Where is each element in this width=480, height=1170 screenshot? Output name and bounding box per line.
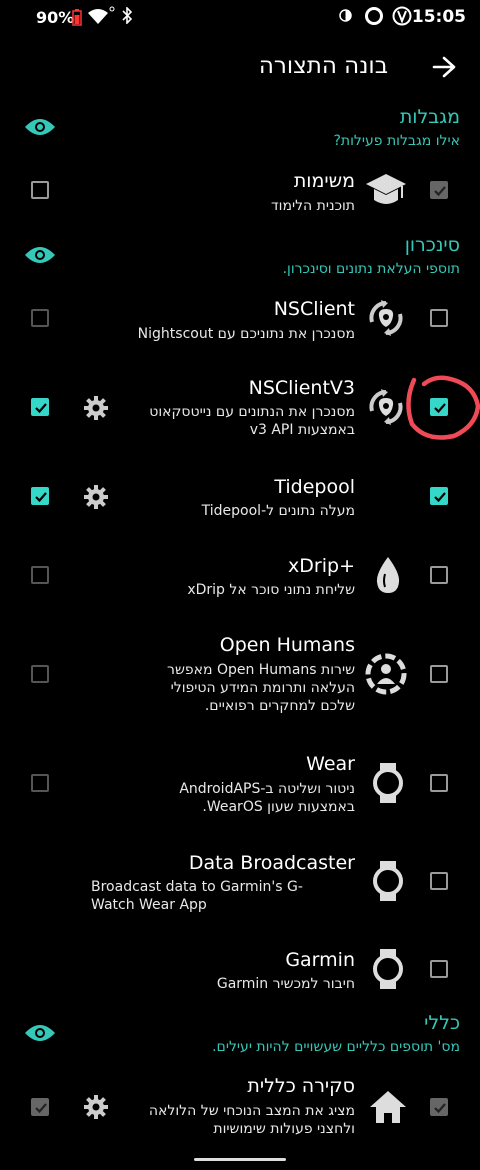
plugin-title: NSClient	[273, 298, 355, 320]
plugin-description: מסנכרן את נתוניכם עם Nightscout	[137, 326, 355, 342]
plugin-title: NSClientV3	[248, 377, 355, 399]
section-subtitle-general: מס' תוספים כלליים שעשויים להיות יעילים.	[212, 1039, 460, 1055]
app-status-icon	[392, 6, 412, 26]
visible-checkbox	[31, 309, 49, 327]
plugin-description: חיבור למכשיר Garmin	[216, 976, 355, 992]
settings-gear-icon[interactable]	[83, 395, 109, 421]
enabled-checkbox[interactable]	[430, 774, 448, 792]
annotation-red-circle	[406, 375, 480, 440]
plugin-title: Tidepool	[274, 476, 355, 498]
watch-icon	[373, 949, 403, 989]
plugin-description: תוכנית הלימוד	[270, 198, 355, 214]
section-subtitle-constraints: אילו מגבלות פעילות?	[333, 133, 460, 149]
small-dot-icon	[109, 6, 115, 12]
visible-checkbox[interactable]	[31, 181, 49, 199]
plugin-title: משימות	[293, 170, 355, 192]
open-humans-icon	[365, 653, 407, 695]
plugin-description: Broadcast data to Garmin's G-Watch Wear …	[91, 879, 303, 913]
status-bar: 90% 15:05	[0, 0, 480, 34]
section-visibility-eye-icon[interactable]	[24, 1023, 56, 1043]
section-visibility-eye-icon[interactable]	[24, 245, 56, 265]
theme-icon	[339, 9, 352, 22]
visible-checkbox[interactable]	[31, 487, 49, 505]
enabled-checkbox[interactable]	[430, 665, 448, 683]
settings-gear-icon[interactable]	[83, 1094, 109, 1120]
visible-checkbox	[31, 1098, 49, 1116]
plugin-title: Open Humans	[219, 634, 355, 656]
enabled-checkbox[interactable]	[430, 566, 448, 584]
section-visibility-eye-icon[interactable]	[24, 117, 56, 137]
enabled-checkbox	[430, 1098, 448, 1116]
plugin-description: ניטור ושליטה ב-AndroidAPS באמצעות שעון W…	[179, 781, 355, 815]
section-title-general: כללי	[424, 1012, 460, 1034]
plugin-description: מעלה נתונים ל-Tidepool	[201, 503, 355, 519]
visible-checkbox	[31, 566, 49, 584]
bluetooth-icon	[122, 7, 133, 24]
drop-icon	[376, 557, 400, 593]
enabled-checkbox[interactable]	[430, 309, 448, 327]
watch-icon	[373, 861, 403, 901]
section-title-constraints: מגבלות	[399, 106, 460, 128]
plugin-description: מסנכרן את הנתונים עם נייטסקאוט באמצעות v…	[149, 404, 355, 438]
visible-checkbox	[31, 665, 49, 683]
visible-checkbox	[31, 774, 49, 792]
wifi-icon	[88, 9, 108, 24]
settings-gear-icon[interactable]	[83, 484, 109, 510]
plugin-description: שליחת נתוני סוכר אל xDrip	[187, 582, 355, 598]
watch-icon	[373, 763, 403, 803]
gesture-navigation-bar[interactable]	[194, 1158, 286, 1161]
nightscout-sync-icon	[369, 300, 403, 336]
sync-status-icon	[365, 7, 383, 25]
plugin-description: מציג את המצב הנוכחי של הלולאה ולחצני פעו…	[148, 1103, 355, 1137]
home-icon	[370, 1091, 406, 1123]
enabled-checkbox	[430, 181, 448, 199]
enabled-checkbox[interactable]	[430, 872, 448, 890]
enabled-checkbox[interactable]	[430, 960, 448, 978]
plugin-title: סקירה כללית	[247, 1075, 355, 1097]
plugin-title: Garmin	[285, 949, 355, 971]
battery-percent: 90%	[36, 8, 75, 27]
plugin-title: xDrip+	[288, 555, 355, 577]
visible-checkbox[interactable]	[31, 398, 49, 416]
battery-icon	[72, 9, 82, 26]
enabled-checkbox[interactable]	[430, 487, 448, 505]
back-arrow-icon[interactable]	[432, 56, 456, 78]
plugin-title: Wear	[306, 753, 355, 775]
page-title: בונה התצורה	[258, 53, 388, 79]
section-title-sync: סינכרון	[404, 234, 460, 256]
graduation-cap-icon	[366, 174, 406, 204]
clock: 15:05	[411, 7, 466, 27]
plugin-title: Data Broadcaster	[188, 852, 355, 874]
section-subtitle-sync: תוספי העלאת נתונים וסינכרון.	[282, 261, 460, 277]
plugin-description: שירות Open Humans מאפשר העלאה ותרומת המי…	[167, 662, 355, 714]
